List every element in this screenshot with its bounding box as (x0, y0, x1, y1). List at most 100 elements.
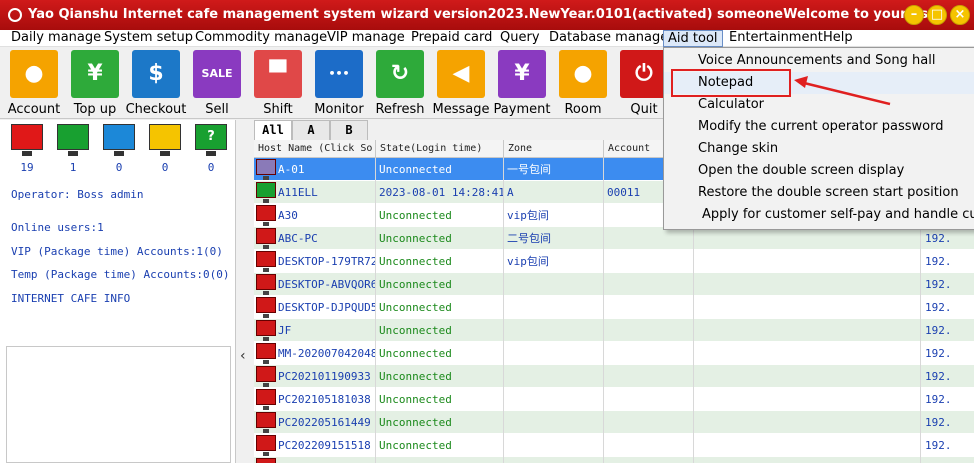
vip-accounts-label: VIP (Package time) Accounts:1(0) (11, 245, 223, 258)
host-name-cell: PC202205161449 (254, 411, 376, 434)
account-cell (604, 365, 694, 388)
money-bag-icon: ¥ (71, 50, 119, 98)
monitor-status-icon[interactable]: ? (195, 124, 227, 156)
table-row[interactable] (254, 457, 974, 463)
megaphone-icon: ◀ (437, 50, 485, 98)
toolbar-button-payment[interactable]: ¥ Payment (492, 50, 552, 117)
host-name-cell: JF (254, 319, 376, 342)
menu-daily-manage[interactable]: Daily manage (7, 30, 105, 47)
table-row[interactable]: MM-202007042048 Unconnected 192. (254, 342, 974, 365)
ip-cell: 192. (920, 342, 974, 365)
menu-item-apply-for-customer-self-pay-and-handle-custon[interactable]: Apply for customer self-pay and handle c… (664, 204, 974, 226)
menu-aid-tool[interactable]: Aid tool (663, 30, 723, 47)
sale-tag-icon: SALE (193, 50, 241, 98)
tab-b[interactable]: B (330, 120, 368, 140)
toolbar-button-room[interactable]: ● Room (553, 50, 613, 117)
status-count: 19 (20, 161, 34, 174)
table-row[interactable]: PC202205161449 Unconnected 192. (254, 411, 974, 434)
table-row[interactable]: JF Unconnected 192. (254, 319, 974, 342)
table-row[interactable]: PC202101190933 Unconnected 192. (254, 365, 974, 388)
temp-accounts-label: Temp (Package time) Accounts:0(0) (11, 268, 230, 281)
ip-cell: 192. (920, 227, 974, 250)
ip-cell: 192. (920, 273, 974, 296)
state-cell: Unconnected (376, 434, 504, 457)
menu-item-restore-the-double-screen-start-position[interactable]: Restore the double screen start position (664, 182, 974, 204)
tab-all[interactable]: All (254, 120, 292, 140)
state-cell (376, 457, 504, 463)
menu-item-open-the-double-screen-display[interactable]: Open the double screen display (664, 160, 974, 182)
zone-cell (504, 365, 604, 388)
ip-cell: 192. (920, 434, 974, 457)
toolbar-button-monitor[interactable]: ••• Monitor (309, 50, 369, 117)
account-cell (604, 250, 694, 273)
menu-vip-manage[interactable]: VIP manage (323, 30, 409, 47)
menu-prepaid-card[interactable]: Prepaid card (407, 30, 496, 47)
zone-cell: vip包间 (504, 204, 604, 227)
operator-label: Operator: Boss admin (11, 188, 144, 201)
account-cell (604, 342, 694, 365)
table-row[interactable]: DESKTOP-ABVQOR6 Unconnected 192. (254, 273, 974, 296)
state-cell: Unconnected (376, 250, 504, 273)
maximize-button[interactable]: □ (927, 5, 947, 25)
toolbar-button-refresh[interactable]: ↻ Refresh (370, 50, 430, 117)
ip-cell: 192. (920, 296, 974, 319)
message-area (6, 346, 231, 463)
status-panel: Operator: Boss admin Online users:1 VIP … (0, 120, 236, 463)
toolbar-button-account[interactable]: ● Account (4, 50, 64, 117)
table-row[interactable]: ABC-PC Unconnected 二号包间 192. (254, 227, 974, 250)
host-name-cell: DESKTOP-DJPQUD5 (254, 296, 376, 319)
toolbar-button-message[interactable]: ◀ Message (431, 50, 491, 117)
ip-cell: 192. (920, 319, 974, 342)
table-row[interactable]: PC202209151518 Unconnected 192. (254, 434, 974, 457)
state-cell: Unconnected (376, 411, 504, 434)
account-cell (604, 296, 694, 319)
host-name-cell: A-01 (254, 158, 376, 181)
menu-system-setup[interactable]: System setup (100, 30, 197, 47)
close-button[interactable]: × (950, 5, 970, 25)
yuan-icon: ¥ (498, 50, 546, 98)
monitor-status-icon[interactable] (149, 124, 181, 156)
toolbar-button-sell[interactable]: SALE Sell (187, 50, 247, 117)
menu-database-manage[interactable]: Database manage (545, 30, 672, 47)
toolbar-button-checkout[interactable]: $ Checkout (126, 50, 186, 117)
status-count: 0 (115, 161, 123, 174)
toolbar-button-shift[interactable]: ▀ Shift (248, 50, 308, 117)
menu-entertainment[interactable]: Entertainment (725, 30, 827, 47)
minimize-button[interactable]: – (904, 5, 924, 25)
ip-cell (920, 457, 974, 463)
zone-cell: vip包间 (504, 250, 604, 273)
tab-a[interactable]: A (292, 120, 330, 140)
column-state[interactable]: State(Login time) (376, 140, 504, 158)
monitor-status-icon[interactable] (57, 124, 89, 156)
panel-splitter[interactable]: ‹ (236, 120, 254, 463)
menu-query[interactable]: Query (496, 30, 544, 47)
menu-item-modify-the-current-operator-password[interactable]: Modify the current operator password (664, 116, 974, 138)
menu-commodity-manage[interactable]: Commodity manage (191, 30, 331, 47)
monitor-status-icon[interactable] (103, 124, 135, 156)
column-zone[interactable]: Zone (504, 140, 604, 158)
menu-help[interactable]: Help (819, 30, 857, 47)
zone-cell (504, 319, 604, 342)
column-host-name[interactable]: Host Name (Click So (254, 140, 376, 158)
person-icon: ● (559, 50, 607, 98)
toolbar-button-top-up[interactable]: ¥ Top up (65, 50, 125, 117)
status-count: 0 (161, 161, 169, 174)
menu-item-change-skin[interactable]: Change skin (664, 138, 974, 160)
host-name-cell: PC202101190933 (254, 365, 376, 388)
ip-cell: 192. (920, 250, 974, 273)
zone-cell (504, 273, 604, 296)
account-cell (604, 273, 694, 296)
table-row[interactable]: DESKTOP-179TR72 Unconnected vip包间 192. (254, 250, 974, 273)
zone-cell (504, 296, 604, 319)
status-count: 1 (69, 161, 77, 174)
chevron-left-icon[interactable]: ‹ (240, 348, 246, 364)
monitor-status-icon[interactable] (11, 124, 43, 156)
state-cell: Unconnected (376, 227, 504, 250)
account-cell (604, 319, 694, 342)
table-row[interactable]: PC202105181038 Unconnected 192. (254, 388, 974, 411)
table-row[interactable]: DESKTOP-DJPQUD5 Unconnected 192. (254, 296, 974, 319)
host-name-cell: DESKTOP-179TR72 (254, 250, 376, 273)
state-cell: Unconnected (376, 273, 504, 296)
title-bar: Yao Qianshu Internet cafe management sys… (0, 0, 974, 30)
dollar-icon: $ (132, 50, 180, 98)
